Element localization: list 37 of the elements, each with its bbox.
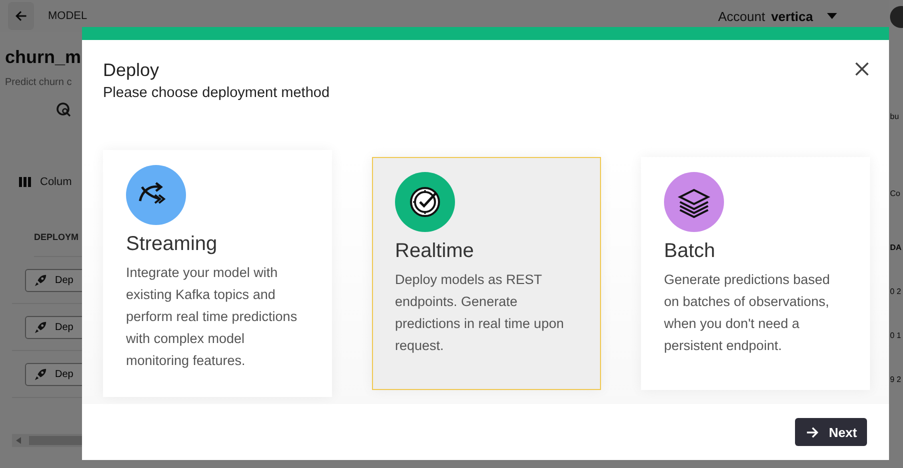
rocket-icon (34, 368, 47, 380)
method-title: Streaming (126, 232, 218, 256)
rocket-icon (34, 274, 47, 286)
close-button[interactable] (855, 62, 869, 76)
method-description: Generate predictions based on batches of observations, when you don't need a persistent endpoint. (664, 270, 831, 355)
crossing-arrows-icon (126, 164, 186, 224)
model-title: churn_m (5, 47, 82, 68)
close-icon (855, 62, 869, 76)
clock-check-icon (395, 172, 455, 232)
account-dropdown[interactable]: vertica (771, 8, 837, 24)
table-cell-text: 0 2 (890, 287, 902, 296)
method-card[interactable]: Streaming Integrate your model with existing Kafka topics and perform real time predictions with complex model monitoring features. (103, 150, 332, 396)
method-description: Deploy models as REST endpoints. Generate predictions in real time upon request. (395, 270, 565, 355)
account-label: Account (718, 8, 766, 24)
dialog-subtitle: Please choose deployment method (103, 85, 330, 101)
columns-icon (19, 177, 31, 187)
search-icon (56, 102, 72, 118)
back-button[interactable] (8, 2, 34, 30)
table-cell-text: 0 1 (890, 331, 902, 340)
table-cell: DA (890, 243, 903, 252)
rocket-icon (34, 320, 47, 334)
scroll-left-icon (16, 437, 21, 444)
layers-icon (664, 172, 724, 232)
breadcrumb[interactable]: MODEL (48, 10, 88, 22)
dialog-title: Deploy (103, 60, 160, 81)
columns-button[interactable]: Colum (40, 176, 72, 188)
table-cell-text: 9 2 (890, 375, 902, 384)
method-card[interactable]: Realtime Deploy models as REST endpoints. Generate predictions in real time upon request. (372, 156, 601, 390)
caret-icon (827, 13, 837, 19)
model-description: Predict churn c (5, 77, 73, 88)
method-card[interactable]: Batch Generate predictions based on batches of observations, when you don't need a persistent endpoint. (641, 156, 870, 390)
arrow-right-icon (806, 426, 819, 438)
back-arrow-icon (14, 9, 28, 23)
table-cell-text: bu (890, 112, 900, 121)
method-description: Integrate your model with existing Kafka topics and perform real time predictions with complex model monitoring features. (126, 264, 298, 370)
next-button[interactable]: Next (794, 418, 867, 446)
table-cell-text: Co (890, 189, 902, 198)
